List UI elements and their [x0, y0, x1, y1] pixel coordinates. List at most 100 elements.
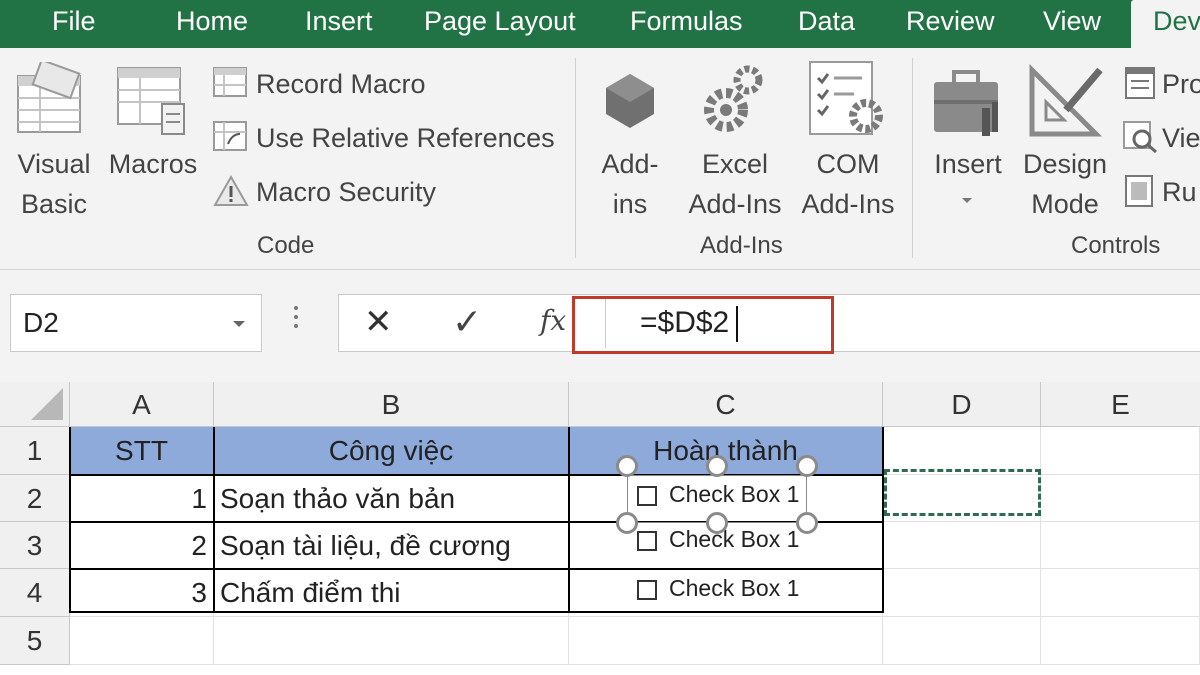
cell-e5[interactable]: [1041, 617, 1200, 665]
visual-basic-label-1: Visual: [17, 149, 91, 179]
resize-handle-top-right[interactable]: [796, 455, 818, 477]
cell-d4[interactable]: [883, 569, 1041, 617]
cell-e2[interactable]: [1041, 475, 1200, 522]
table-border: [69, 568, 884, 570]
design-mode-icon: [1026, 62, 1106, 145]
resize-handle-top-middle[interactable]: [706, 455, 728, 477]
ribbon-separator: [575, 58, 576, 258]
cell-a2[interactable]: 1: [70, 475, 214, 522]
cell-c5[interactable]: [569, 617, 883, 665]
name-box[interactable]: D2: [10, 294, 262, 352]
resize-handle-top-left[interactable]: [616, 455, 638, 477]
row-header-4[interactable]: 4: [0, 569, 70, 617]
macros-button[interactable]: Macros: [104, 144, 202, 184]
add-ins-group-label: Add-Ins: [700, 232, 783, 259]
referenced-cell-d2-marquee: [884, 469, 1041, 516]
resize-handle-bottom-middle[interactable]: [706, 512, 728, 534]
macro-security-button[interactable]: Macro Security: [256, 172, 436, 212]
cell-b3[interactable]: Soạn tài liệu, đề cương: [214, 522, 569, 569]
insert-function-fx-icon[interactable]: fx: [540, 304, 566, 337]
cell-a3[interactable]: 2: [70, 522, 214, 569]
tab-view[interactable]: View: [1043, 0, 1101, 48]
cell-a4[interactable]: 3: [70, 569, 214, 617]
insert-controls-toolbox-icon: [930, 66, 1010, 145]
table-border: [568, 427, 570, 613]
insert-dropdown-chevron-icon[interactable]: [962, 198, 972, 203]
tab-formulas[interactable]: Formulas: [630, 0, 743, 48]
select-all-corner[interactable]: [0, 382, 70, 427]
column-header-a[interactable]: A: [70, 382, 214, 427]
cell-e1[interactable]: [1041, 427, 1200, 475]
com-add-ins-label-2: Add-Ins: [801, 189, 895, 219]
row-header-5[interactable]: 5: [0, 617, 70, 665]
properties-button[interactable]: Pro: [1162, 64, 1200, 104]
cell-a5[interactable]: [70, 617, 214, 665]
resize-handle-bottom-right[interactable]: [796, 512, 818, 534]
add-ins-icon: [600, 70, 660, 135]
cell-e3[interactable]: [1041, 522, 1200, 569]
visual-basic-icon: [14, 58, 90, 143]
column-header-c[interactable]: C: [569, 382, 883, 427]
tab-file[interactable]: File: [52, 0, 96, 48]
table-border: [69, 427, 71, 613]
tab-page-layout[interactable]: Page Layout: [424, 0, 576, 48]
com-add-ins-label-1: COM: [816, 149, 880, 179]
insert-control-button[interactable]: Insert: [928, 144, 1008, 184]
properties-icon: [1124, 66, 1156, 105]
excel-add-ins-button[interactable]: Excel Add-Ins: [680, 144, 790, 224]
table-border: [69, 611, 884, 613]
column-header-d[interactable]: D: [883, 382, 1041, 427]
cell-b2[interactable]: Soạn thảo văn bản: [214, 475, 569, 522]
ribbon-separator: [912, 58, 913, 258]
tab-home[interactable]: Home: [176, 0, 248, 48]
use-relative-references-button[interactable]: Use Relative References: [256, 118, 555, 158]
run-dialog-button[interactable]: Ru: [1162, 172, 1197, 212]
record-macro-icon: [212, 66, 250, 105]
enter-checkmark-icon[interactable]: ✓: [452, 300, 482, 344]
grid-top-spacer: [0, 370, 1200, 382]
table-border: [882, 427, 884, 613]
column-header-e[interactable]: E: [1041, 382, 1200, 427]
add-ins-button[interactable]: Add- ins: [590, 144, 670, 224]
checkbox-square-icon[interactable]: [637, 580, 657, 600]
com-add-ins-button[interactable]: COM Add-Ins: [794, 144, 902, 224]
view-code-icon: [1122, 120, 1160, 159]
cell-a1-header[interactable]: STT: [70, 427, 214, 475]
tab-review[interactable]: Review: [906, 0, 995, 48]
cell-d3[interactable]: [883, 522, 1041, 569]
cell-d5[interactable]: [883, 617, 1041, 665]
cell-d1[interactable]: [883, 427, 1041, 475]
tab-developer[interactable]: Dev: [1131, 0, 1200, 48]
cancel-icon[interactable]: ✕: [364, 300, 393, 344]
use-relative-references-icon: [212, 120, 250, 159]
name-box-value: D2: [23, 307, 59, 338]
row-header-3[interactable]: 3: [0, 522, 70, 569]
code-group-label: Code: [257, 232, 315, 259]
row-header-2[interactable]: 2: [0, 475, 70, 522]
tab-data[interactable]: Data: [798, 0, 855, 48]
view-code-button[interactable]: Vie: [1162, 118, 1200, 158]
visual-basic-button[interactable]: Visual Basic: [6, 144, 102, 224]
row-header-1[interactable]: 1: [0, 427, 70, 475]
design-mode-button[interactable]: Design Mode: [1016, 144, 1114, 224]
worksheet-grid[interactable]: A B C D E 1 2 3 4 5 STT Công việc Hoàn t…: [0, 370, 1200, 675]
resize-handle-bottom-left[interactable]: [616, 512, 638, 534]
record-macro-button[interactable]: Record Macro: [256, 64, 426, 104]
insert-control-label: Insert: [934, 149, 1002, 179]
com-add-ins-icon: [806, 60, 888, 145]
formula-highlight-box: [572, 296, 834, 354]
checkbox-square-icon[interactable]: [637, 531, 657, 551]
cell-e4[interactable]: [1041, 569, 1200, 617]
cell-b4[interactable]: Chấm điểm thi: [214, 569, 569, 617]
select-all-triangle-icon: [31, 388, 63, 420]
design-mode-label-2: Mode: [1031, 189, 1099, 219]
formula-bar-resize-handle-icon[interactable]: [294, 306, 298, 333]
excel-add-ins-label-1: Excel: [701, 149, 769, 179]
tab-insert[interactable]: Insert: [305, 0, 373, 48]
excel-add-ins-label-2: Add-Ins: [688, 189, 782, 219]
name-box-dropdown-icon[interactable]: [233, 321, 245, 327]
column-header-b[interactable]: B: [214, 382, 569, 427]
cell-b5[interactable]: [214, 617, 569, 665]
visual-basic-label-2: Basic: [20, 189, 88, 219]
cell-b1-header[interactable]: Công việc: [214, 427, 569, 475]
